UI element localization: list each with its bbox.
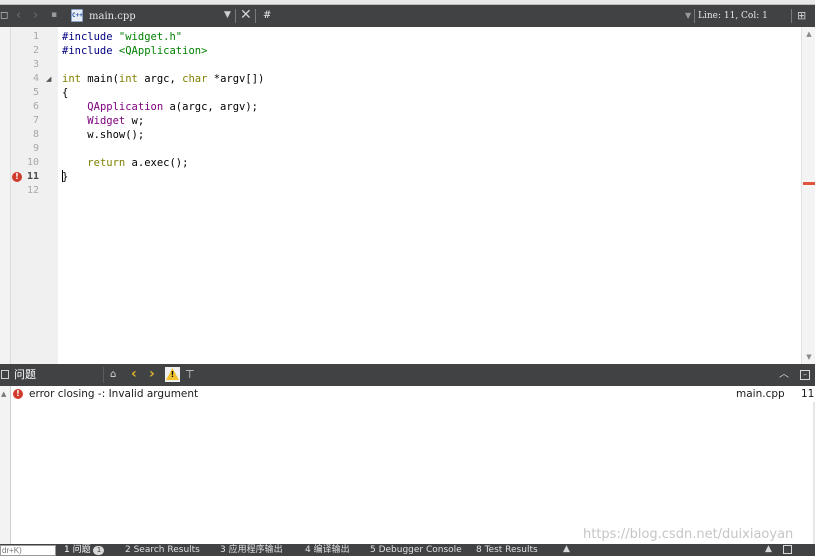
toolbar-divider [103, 367, 104, 383]
code-line-current: ! 11 } [0, 170, 790, 184]
issue-line: 11 [801, 388, 815, 400]
code-text: #include "widget.h" [62, 31, 183, 43]
code-text: w.show(); [62, 129, 145, 141]
line-column-indicator[interactable]: Line: 11, Col: 1 [698, 10, 768, 22]
editor-toolbar: ◻ ‹ › ▪ C++ main.cpp ▼ ✕ # ▼ Line: 11, C… [0, 5, 815, 27]
issues-pane-header: 问题 ⌂ ‹ › ! ⊤ ︿ – [0, 364, 815, 386]
close-icon[interactable]: ✕ [240, 8, 252, 23]
tab-debugger-console[interactable]: 5 Debugger Console [370, 545, 462, 556]
locator-input[interactable] [0, 545, 56, 556]
code-line: 6 QApplication a(argc, argv); [0, 100, 790, 114]
chevron-down-icon[interactable]: ▼ [224, 9, 231, 22]
next-issue-icon[interactable]: › [149, 366, 155, 382]
code-line: 10 return a.exec(); [0, 156, 790, 170]
current-file-name[interactable]: main.cpp [89, 10, 136, 23]
code-line: 5 { [0, 86, 790, 100]
code-line: 8 w.show(); [0, 128, 790, 142]
output-pane-bar: 1 问题 1 2 Search Results 3 应用程序输出 4 编译输出 … [0, 544, 815, 556]
toolbar-divider [791, 9, 792, 23]
warning-filter-icon[interactable]: ! [165, 367, 180, 382]
line-number: 7 [32, 115, 39, 126]
issue-count-badge: 1 [93, 546, 105, 555]
tab-label: 1 问题 [64, 545, 91, 555]
code-text: } [62, 170, 69, 183]
chevron-down-icon[interactable]: ▼ [685, 10, 691, 22]
scroll-down-icon[interactable]: ▼ [804, 352, 814, 362]
error-icon: ! [13, 389, 23, 399]
line-number: 3 [32, 59, 39, 70]
issues-list[interactable]: ▲ ! error closing -: Invalid argument ma… [0, 386, 815, 544]
scroll-up-icon[interactable]: ▲ [804, 29, 814, 39]
code-line: 2 #include <QApplication> [0, 44, 790, 58]
back-arrow-icon[interactable]: ‹ [16, 8, 21, 24]
symbol-selector[interactable]: # [263, 9, 271, 22]
cpp-file-icon: C++ [71, 9, 83, 22]
scroll-up-icon[interactable]: ▲ [1, 389, 6, 399]
issues-pane-title: 问题 [14, 368, 36, 381]
tab-search-results[interactable]: 2 Search Results [125, 545, 200, 556]
editor-scrollbar[interactable]: ▲ ▼ [801, 27, 815, 364]
code-text: #include <QApplication> [62, 45, 208, 57]
line-number: 9 [32, 143, 39, 154]
line-number: 8 [32, 129, 39, 140]
line-number: 10 [26, 157, 39, 168]
tab-application-output[interactable]: 3 应用程序输出 [220, 545, 283, 556]
chevron-up-icon[interactable]: ︿ [779, 368, 789, 382]
code-line: 7 Widget w; [0, 114, 790, 128]
clean-icon[interactable]: ⌂ [110, 368, 116, 382]
chevron-up-icon[interactable]: ▲ [765, 544, 772, 555]
tab-test-results[interactable]: 8 Test Results [476, 545, 538, 556]
line-number: 2 [32, 45, 39, 56]
toolbar-divider [235, 9, 236, 23]
previous-issue-icon[interactable]: ‹ [131, 366, 137, 382]
tab-issues[interactable]: 1 问题 1 [64, 545, 105, 556]
line-number: 4 [32, 73, 39, 84]
toolbar-divider [255, 9, 256, 23]
forward-arrow-icon[interactable]: › [33, 8, 38, 24]
issues-left-edge: ▲ [0, 386, 11, 544]
code-line: 12 [0, 184, 790, 198]
code-text: int main(int argc, char *argv[]) [62, 73, 265, 85]
issue-file: main.cpp [736, 388, 785, 400]
fold-arrow-icon[interactable]: ◢ [46, 75, 51, 83]
chevron-up-icon[interactable]: ▲ [563, 544, 570, 555]
issue-row[interactable]: ! error closing -: Invalid argument main… [11, 386, 815, 402]
panel-toggle-icon[interactable]: ◻ [0, 9, 8, 23]
code-editor[interactable]: 1 #include "widget.h" 2 #include <QAppli… [0, 27, 815, 364]
line-number: 1 [32, 31, 39, 42]
output-pane-toggle-icon[interactable] [783, 545, 792, 554]
code-line: 4 ◢ int main(int argc, char *argv[]) [0, 72, 790, 86]
line-number: 5 [32, 87, 39, 98]
code-text: Widget w; [87, 115, 145, 127]
code-text: return a.exec(); [87, 157, 189, 169]
code-line: 1 #include "widget.h" [0, 30, 790, 44]
split-icon[interactable]: ⊞ [797, 9, 806, 23]
line-number: 11 [26, 171, 39, 182]
line-number: 12 [26, 185, 39, 196]
pane-toggle-icon[interactable] [1, 370, 9, 379]
tab-compile-output[interactable]: 4 编译输出 [305, 545, 350, 556]
filter-icon[interactable]: ⊤ [185, 368, 195, 382]
code-text: { [62, 87, 69, 99]
code-text: QApplication a(argc, argv); [87, 101, 258, 113]
line-number: 6 [32, 101, 39, 112]
close-pane-icon[interactable]: – [800, 370, 810, 380]
toolbar-divider [694, 9, 695, 23]
lock-icon: ▪ [51, 10, 58, 20]
error-scroll-marker[interactable] [803, 182, 815, 185]
issue-message: error closing -: Invalid argument [29, 388, 199, 400]
watermark: https://blog.csdn.net/duixiaoyan [583, 527, 794, 542]
code-line: 3 [0, 58, 790, 72]
code-line: 9 [0, 142, 790, 156]
